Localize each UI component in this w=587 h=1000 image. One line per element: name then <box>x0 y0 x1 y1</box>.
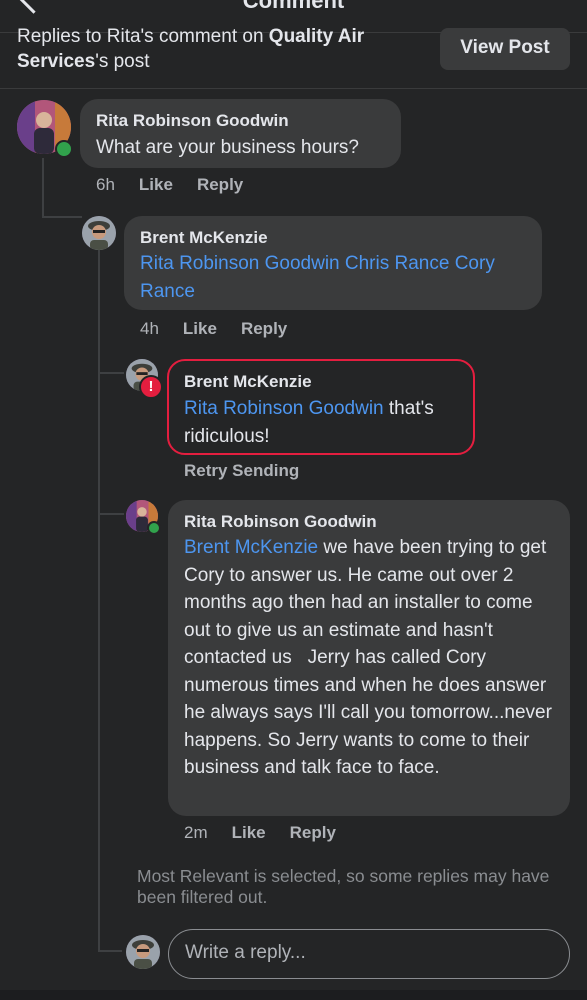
comment-bubble[interactable]: Brent McKenzie Rita Robinson Goodwin Chr… <box>124 216 542 310</box>
like-button[interactable]: Like <box>139 175 173 194</box>
avatar <box>126 935 160 969</box>
context-divider <box>0 88 587 89</box>
avatar[interactable] <box>82 216 116 250</box>
page-title: Comment <box>242 0 345 13</box>
comment-author[interactable]: Rita Robinson Goodwin <box>96 111 289 131</box>
comment-actions: 4h Like Reply <box>140 319 311 339</box>
mention-link[interactable]: Rita Robinson Goodwin <box>184 398 384 419</box>
thread-line <box>42 158 44 218</box>
thread-line <box>42 216 82 218</box>
comment-bubble-failed[interactable]: Brent McKenzie Rita Robinson Goodwin tha… <box>167 359 475 455</box>
online-status-icon <box>55 140 73 158</box>
mention-link[interactable]: Brent McKenzie <box>184 537 318 558</box>
thread-line <box>98 372 124 374</box>
like-button[interactable]: Like <box>183 319 217 338</box>
comment-time: 2m <box>184 823 208 842</box>
view-post-button[interactable]: View Post <box>440 28 570 70</box>
post-context: Replies to Rita's comment on Quality Air… <box>17 24 417 74</box>
comment-text: What are your business hours? <box>96 137 359 158</box>
comment-text-body: we have been trying to get Cory to answe… <box>184 537 558 778</box>
like-button[interactable]: Like <box>232 823 266 842</box>
comment-text: Brent McKenzie we have been trying to ge… <box>184 534 562 782</box>
comment-actions: 6h Like Reply <box>96 175 267 195</box>
reply-button[interactable]: Reply <box>290 823 336 842</box>
bottom-bar <box>0 990 587 1000</box>
comment-bubble[interactable]: Rita Robinson Goodwin Brent McKenzie we … <box>168 500 570 816</box>
context-prefix: Replies to Rita's comment on <box>17 26 269 47</box>
retry-sending-link[interactable]: Retry Sending <box>184 461 299 481</box>
comment-text: Rita Robinson Goodwin that's ridiculous! <box>184 395 469 450</box>
error-icon: ! <box>139 375 163 399</box>
thread-line <box>98 250 100 950</box>
comment-time: 6h <box>96 175 115 194</box>
comment-bubble[interactable]: Rita Robinson Goodwin What are your busi… <box>80 99 401 168</box>
filter-note: Most Relevant is selected, so some repli… <box>137 866 550 907</box>
thread-line <box>98 513 124 515</box>
comment-author[interactable]: Rita Robinson Goodwin <box>184 512 377 532</box>
comment-time: 4h <box>140 319 159 338</box>
comment-author[interactable]: Brent McKenzie <box>140 228 268 248</box>
reply-button[interactable]: Reply <box>241 319 287 338</box>
avatar-photo-icon <box>126 935 160 969</box>
comment-author[interactable]: Brent McKenzie <box>184 372 312 392</box>
context-suffix: 's post <box>95 51 150 72</box>
avatar-photo-icon <box>82 216 116 250</box>
reply-input[interactable]: Write a reply... <box>168 929 570 979</box>
online-status-icon <box>147 521 161 535</box>
mention-link[interactable]: Rita Robinson Goodwin Chris Rance Cory R… <box>140 250 535 305</box>
reply-button[interactable]: Reply <box>197 175 243 194</box>
comment-actions: 2m Like Reply <box>184 823 360 843</box>
thread-line <box>98 950 122 952</box>
